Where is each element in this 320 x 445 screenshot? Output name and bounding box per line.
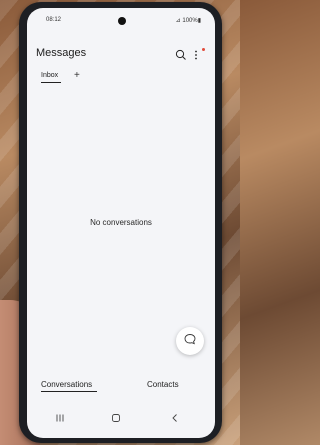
page-title: Messages (36, 47, 87, 59)
status-bar: 08:12 ⊿ 100%▮ (27, 8, 215, 30)
empty-state-text: No conversations (90, 218, 152, 227)
add-tab-button[interactable]: + (74, 70, 80, 81)
notification-dot (202, 48, 205, 51)
tab-conversations[interactable]: Conversations (41, 380, 92, 389)
bottom-tab-bar: Conversations Contacts (27, 380, 215, 396)
tab-inbox-indicator (41, 82, 61, 83)
recents-icon[interactable] (54, 411, 66, 423)
tab-conversations-indicator (41, 391, 97, 392)
more-options-icon[interactable] (189, 48, 203, 62)
status-time: 08:12 (46, 17, 62, 23)
phone-screen: 08:12 ⊿ 100%▮ Messages Inbox + No conver… (27, 8, 215, 438)
tab-contacts[interactable]: Contacts (147, 380, 179, 389)
compose-chat-icon (183, 332, 197, 351)
home-icon[interactable] (110, 411, 122, 423)
front-camera (118, 17, 126, 25)
search-icon[interactable] (174, 48, 188, 62)
back-icon[interactable] (169, 411, 181, 423)
status-indicators: ⊿ 100%▮ (175, 18, 201, 24)
tab-inbox[interactable]: Inbox (41, 72, 58, 79)
compose-button[interactable] (176, 327, 204, 355)
system-navigation-bar (27, 408, 215, 424)
